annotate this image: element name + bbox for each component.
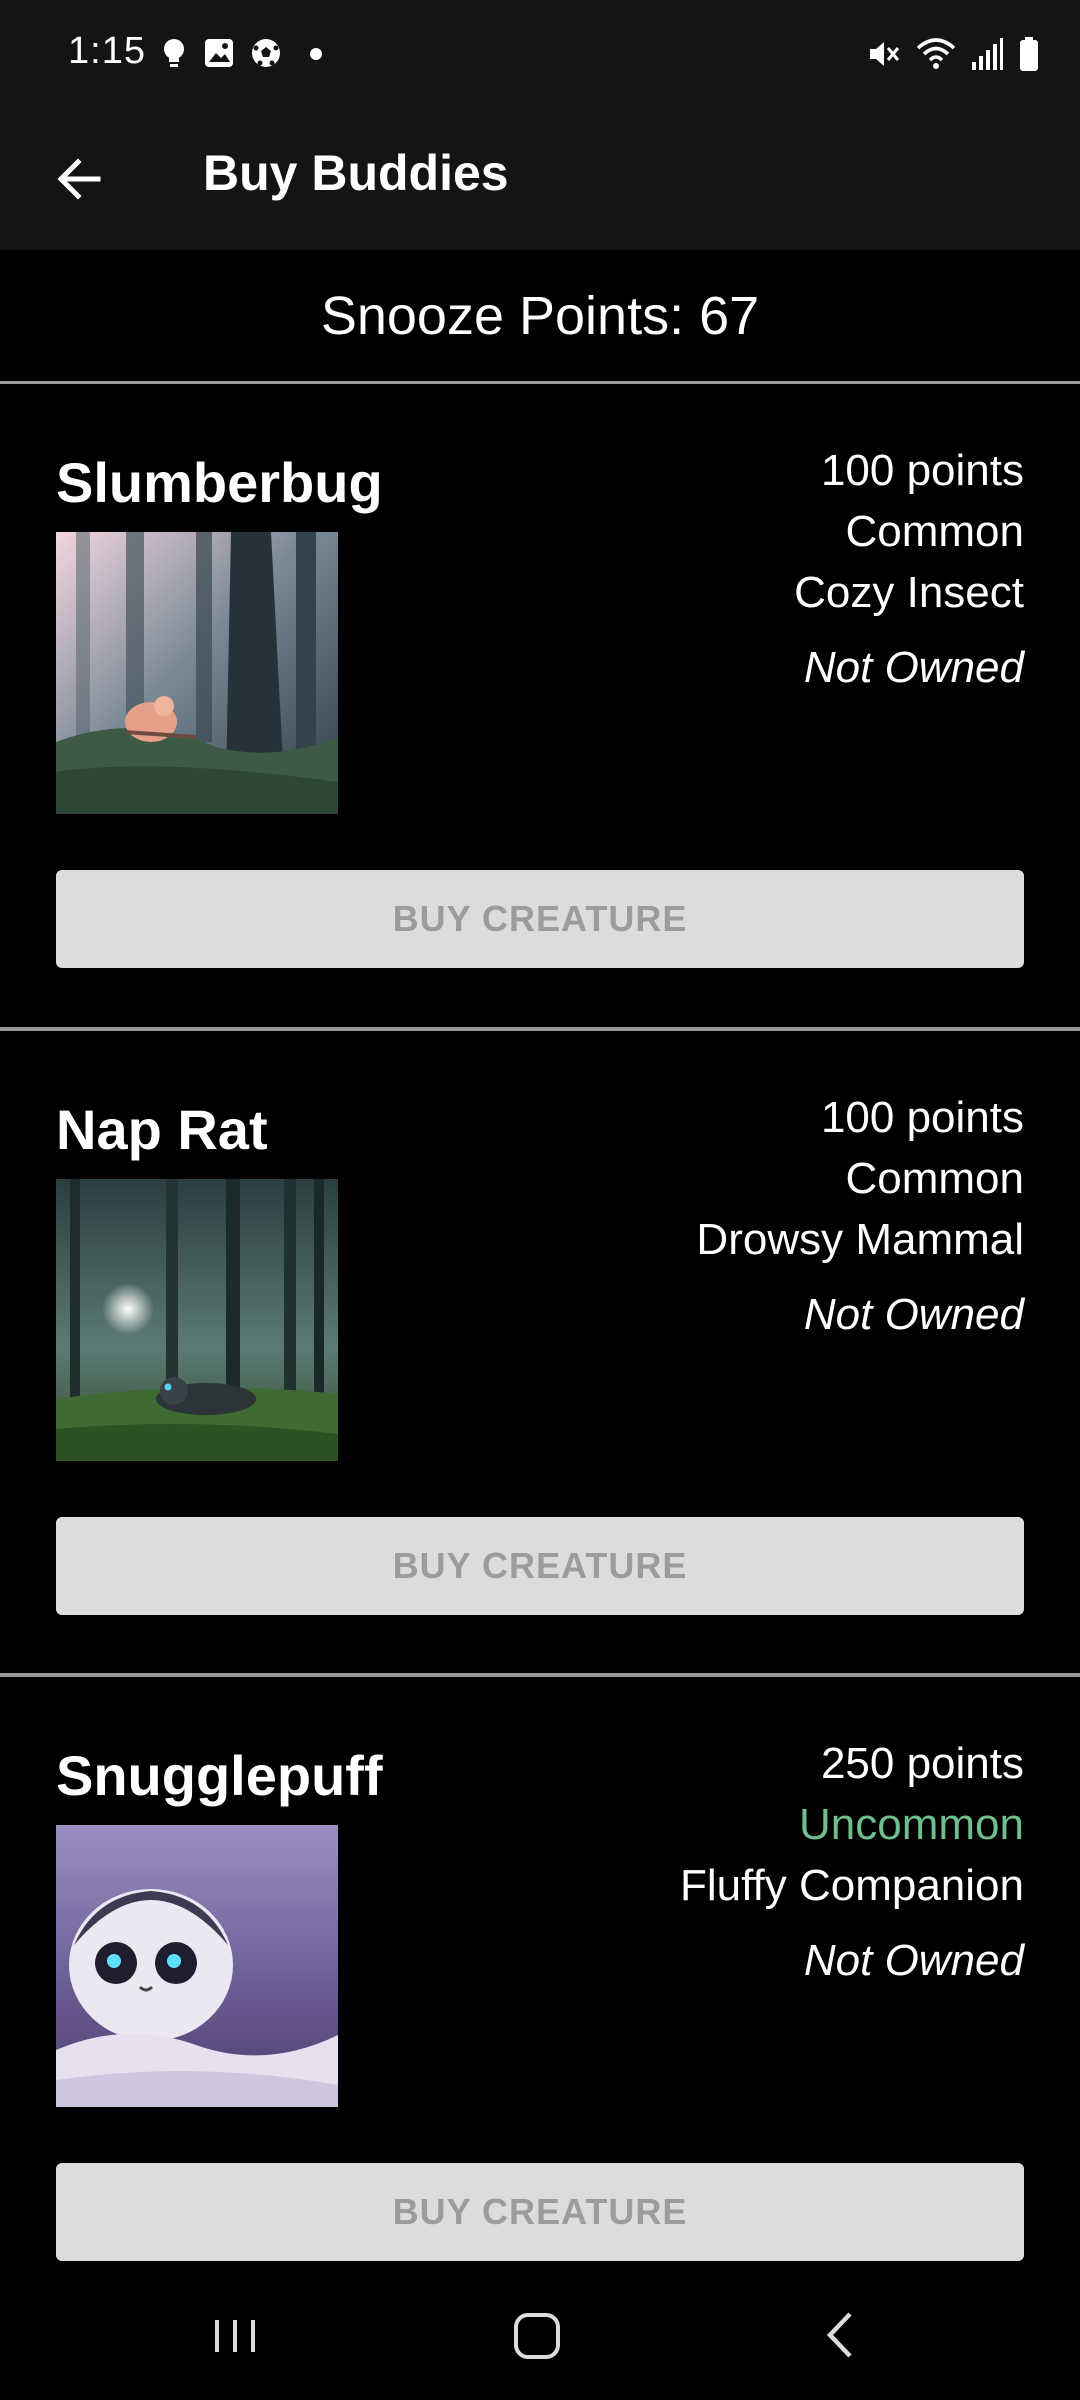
status-time: 1:15 — [68, 30, 146, 72]
creature-card-nap-rat: Nap Rat 100 points Common Drowsy Mammal … — [0, 1031, 1080, 1676]
creature-category: Fluffy Companion — [679, 1861, 1024, 1910]
buy-creature-button[interactable]: BUY CREATURE — [56, 870, 1024, 968]
buy-creature-button[interactable]: BUY CREATURE — [56, 2163, 1024, 2261]
snooze-points-banner: Snooze Points: 67 — [0, 250, 1080, 384]
snooze-points-label: Snooze Points: 67 — [320, 285, 760, 346]
creature-name: Slumberbug — [56, 451, 383, 514]
dot-icon — [310, 48, 322, 60]
creature-rarity: Common — [845, 1154, 1025, 1203]
creature-category: Cozy Insect — [794, 568, 1024, 617]
back-icon[interactable] — [806, 2300, 876, 2370]
ownership-status: Not Owned — [803, 1290, 1024, 1339]
system-nav-bar — [0, 2270, 1080, 2400]
ownership-status: Not Owned — [803, 643, 1024, 692]
buy-creature-button[interactable]: BUY CREATURE — [56, 1517, 1024, 1615]
creature-image — [56, 532, 338, 814]
creature-cost: 100 points — [820, 1093, 1024, 1142]
lightbulb-icon — [164, 39, 184, 67]
creature-rarity: Common — [845, 507, 1025, 556]
creature-info: 250 points Uncommon Fluffy Companion Not… — [680, 1733, 1024, 1991]
battery-icon — [1020, 37, 1038, 71]
creature-name: Snugglepuff — [56, 1744, 383, 1807]
image-icon — [205, 39, 233, 67]
app-bar: Buy Buddies — [0, 108, 1080, 250]
wifi-icon — [916, 38, 956, 69]
creature-name: Nap Rat — [56, 1098, 268, 1161]
arrow-left-icon[interactable] — [52, 152, 106, 206]
creature-image — [56, 1825, 338, 2107]
creature-card-slumberbug: Slumberbug 100 points Common Cozy Insect… — [0, 384, 1080, 1029]
creature-info: 100 points Common Cozy Insect Not Owned — [794, 440, 1024, 698]
mute-icon — [870, 42, 900, 66]
creature-category: Drowsy Mammal — [696, 1215, 1024, 1264]
signal-icon — [972, 38, 1003, 70]
creature-cost: 100 points — [820, 446, 1024, 495]
status-icons — [866, 34, 1040, 74]
creature-cost: 250 points — [820, 1739, 1024, 1788]
creature-card-snugglepuff: Snugglepuff 250 points Uncommon Fluffy C… — [0, 1677, 1080, 2322]
creature-image — [56, 1179, 338, 1461]
creature-rarity: Uncommon — [799, 1800, 1024, 1849]
home-icon[interactable] — [502, 2300, 572, 2370]
page-title: Buy Buddies — [203, 145, 509, 201]
creature-info: 100 points Common Drowsy Mammal Not Owne… — [696, 1087, 1024, 1345]
recents-icon[interactable] — [200, 2300, 270, 2370]
status-bar: 1:15 — [0, 0, 1080, 108]
soccer-ball-icon — [252, 39, 280, 67]
ownership-status: Not Owned — [803, 1936, 1024, 1985]
